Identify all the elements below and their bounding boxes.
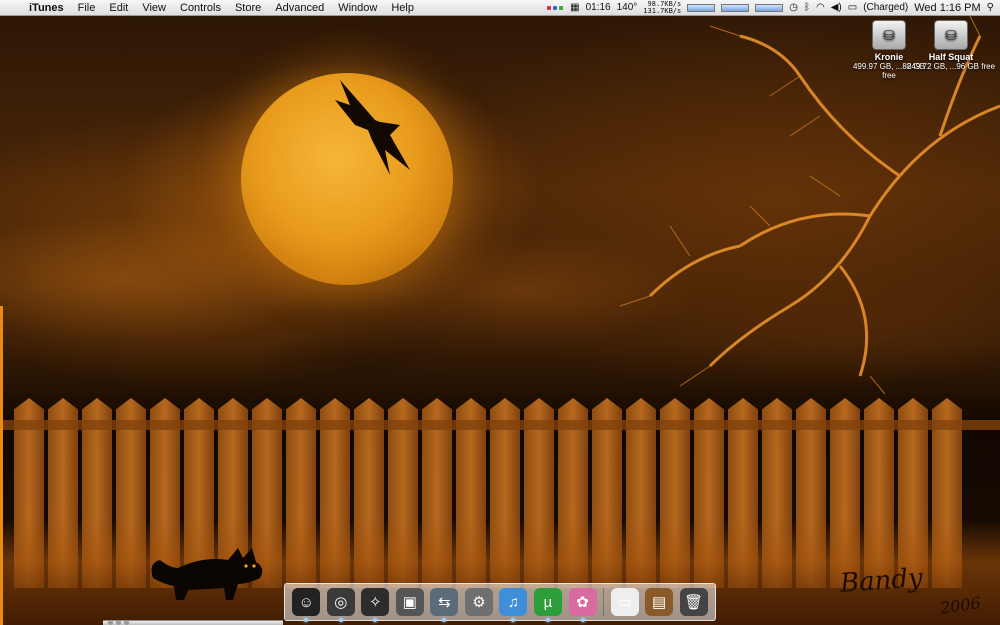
safari-icon[interactable]: ✧ [361,588,390,622]
left-edge-highlight [0,306,3,625]
itunes-icon[interactable]: ♫ [499,588,528,622]
menu-view[interactable]: View [135,0,173,16]
dock: ☺ ◎ ✧ ▣ ⇆ ⚙ ♫ µ ✿ ▭ ▤ 🗑 [284,583,716,622]
finder-icon[interactable]: ☺ [292,588,321,622]
documents-icon[interactable]: ▭ [610,588,639,616]
clock[interactable]: Wed 1:16 PM [914,2,980,14]
menu-edit[interactable]: Edit [102,0,135,16]
utorrent-icon[interactable]: µ [533,588,562,622]
bluetooth-icon[interactable]: ᛒ [804,2,810,13]
airport-utility-icon[interactable]: ⇆ [430,588,459,622]
battery-status[interactable]: (Charged) [863,2,908,13]
adium-icon[interactable]: ✿ [568,588,597,622]
disk-meter[interactable] [755,3,784,12]
dock-separator [603,588,605,616]
minimize-button-icon[interactable] [116,620,121,625]
battery-icon[interactable]: ▭ [848,2,857,13]
menu-help[interactable]: Help [384,0,421,16]
desktop: ⛁ Kronie 499.97 GB, ...88 GB free ⛁ Half… [0,0,1000,625]
hard-drive-icon: ⛁ [934,20,968,50]
menu-advanced[interactable]: Advanced [268,0,331,16]
black-cat-silhouette [151,548,263,600]
menu-controls[interactable]: Controls [173,0,228,16]
spotlight-search-icon[interactable]: ⚲ [987,2,994,13]
minimized-window-edge[interactable] [103,620,283,625]
network-stats[interactable]: 98.7KB/s 131.7KB/s [643,0,682,15]
dashboard-icon[interactable]: ◎ [326,588,355,622]
menu-app-itunes[interactable]: iTunes [22,0,71,16]
hard-drive-icon: ⛁ [872,20,906,50]
running-indicator [545,618,550,622]
memory-meter[interactable] [721,3,750,12]
time-machine-icon[interactable]: ◷ [789,2,798,13]
zoom-button-icon[interactable] [124,620,129,625]
menu-store[interactable]: Store [228,0,268,16]
close-button-icon[interactable] [108,620,113,625]
status-dots-icon[interactable] [546,2,564,13]
artist-signature: Bandy [839,563,924,599]
volume-icon[interactable]: ◀) [831,2,842,13]
menu-bar: iTunes File Edit View Controls Store Adv… [0,0,1000,16]
uptime-text[interactable]: 01:16 [586,2,611,13]
menu-extras: ▦ 01:16 140° 98.7KB/s 131.7KB/s ◷ ᛒ ◠ ◀)… [546,0,1000,15]
pictures-icon[interactable]: ▤ [645,588,674,616]
network-down: 131.7KB/s [643,6,682,15]
trash-icon[interactable]: 🗑 [679,588,708,616]
fence-rail [0,420,1000,430]
running-indicator [338,618,343,622]
menu-file[interactable]: File [71,0,103,16]
drive-name: Half Squat [928,52,974,62]
menu-window[interactable]: Window [331,0,384,16]
system-preferences-icon[interactable]: ⚙ [464,588,493,616]
calendar-icon[interactable]: ▦ [570,2,579,13]
preview-icon[interactable]: ▣ [395,588,424,616]
bat-silhouette [335,80,410,175]
temperature-text[interactable]: 140° [617,2,638,13]
running-indicator [580,618,585,622]
drive-detail: 249.72 GB, ...96 GB free [906,62,996,71]
wifi-icon[interactable]: ◠ [816,2,825,13]
cpu-meter[interactable] [687,3,716,12]
drive-half-squat[interactable]: ⛁ Half Squat 249.72 GB, ...96 GB free [906,20,996,71]
tree-branches [619,16,1000,395]
